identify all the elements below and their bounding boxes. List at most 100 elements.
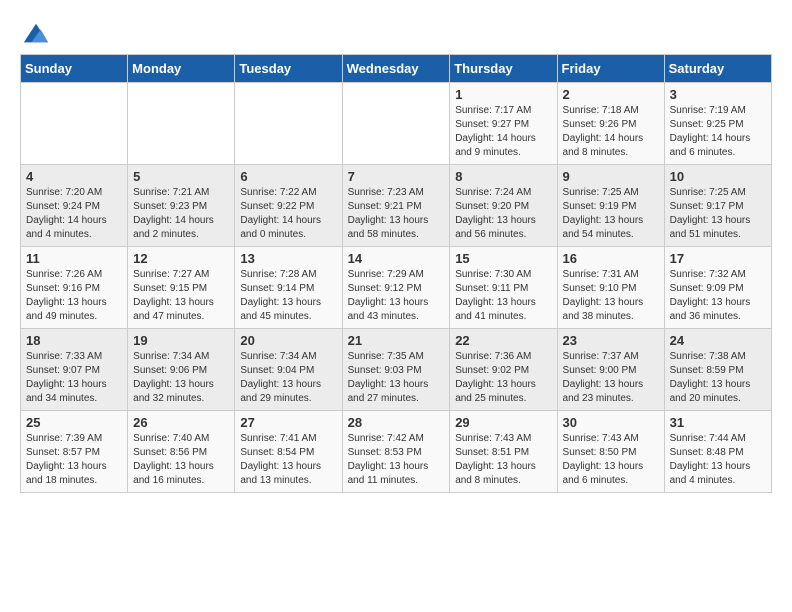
calendar-cell: 25 Sunrise: 7:39 AM Sunset: 8:57 PM Dayli… — [21, 411, 128, 493]
logo — [20, 20, 50, 44]
day-info: Sunrise: 7:39 AM Sunset: 8:57 PM Dayligh… — [26, 433, 107, 486]
day-number: 18 — [26, 333, 122, 348]
day-number: 2 — [563, 87, 659, 102]
day-info: Sunrise: 7:20 AM Sunset: 9:24 PM Dayligh… — [26, 187, 107, 240]
day-info: Sunrise: 7:30 AM Sunset: 9:11 PM Dayligh… — [455, 269, 536, 322]
calendar-cell: 4Sunrise: 7:20 AM Sunset: 9:24 PM Daylig… — [21, 165, 128, 247]
calendar-cell: 7 Sunrise: 7:23 AM Sunset: 9:21 PM Daylig… — [342, 165, 450, 247]
calendar-cell: 1 Sunrise: 7:17 AM Sunset: 9:27 PM Daylig… — [450, 83, 557, 165]
day-info: Sunrise: 7:43 AM Sunset: 8:50 PM Dayligh… — [563, 433, 644, 486]
day-info: Sunrise: 7:31 AM Sunset: 9:10 PM Dayligh… — [563, 269, 644, 322]
day-info: Sunrise: 7:17 AM Sunset: 9:27 PM Dayligh… — [455, 105, 536, 158]
day-number: 30 — [563, 415, 659, 430]
day-number: 21 — [348, 333, 445, 348]
day-info: Sunrise: 7:40 AM Sunset: 8:56 PM Dayligh… — [133, 433, 214, 486]
column-header-monday: Monday — [128, 55, 235, 83]
calendar-cell: 10 Sunrise: 7:25 AM Sunset: 9:17 PM Dayli… — [664, 165, 771, 247]
calendar-cell: 9 Sunrise: 7:25 AM Sunset: 9:19 PM Daylig… — [557, 165, 664, 247]
calendar-cell: 6 Sunrise: 7:22 AM Sunset: 9:22 PM Daylig… — [235, 165, 342, 247]
day-number: 31 — [670, 415, 766, 430]
day-info: Sunrise: 7:19 AM Sunset: 9:25 PM Dayligh… — [670, 105, 751, 158]
day-number: 28 — [348, 415, 445, 430]
week-row-1: 1 Sunrise: 7:17 AM Sunset: 9:27 PM Daylig… — [21, 83, 772, 165]
column-header-friday: Friday — [557, 55, 664, 83]
day-number: 11 — [26, 251, 122, 266]
week-row-3: 11 Sunrise: 7:26 AM Sunset: 9:16 PM Dayli… — [21, 247, 772, 329]
day-number: 6 — [240, 169, 336, 184]
calendar-cell — [21, 83, 128, 165]
day-number: 9 — [563, 169, 659, 184]
calendar-cell: 28 Sunrise: 7:42 AM Sunset: 8:53 PM Dayli… — [342, 411, 450, 493]
calendar-cell: 31 Sunrise: 7:44 AM Sunset: 8:48 PM Dayli… — [664, 411, 771, 493]
day-info: Sunrise: 7:25 AM Sunset: 9:19 PM Dayligh… — [563, 187, 644, 240]
day-number: 12 — [133, 251, 229, 266]
calendar-cell: 17 Sunrise: 7:32 AM Sunset: 9:09 PM Dayli… — [664, 247, 771, 329]
calendar-header-row: SundayMondayTuesdayWednesdayThursdayFrid… — [21, 55, 772, 83]
day-info: Sunrise: 7:29 AM Sunset: 9:12 PM Dayligh… — [348, 269, 429, 322]
calendar-cell: 22 Sunrise: 7:36 AM Sunset: 9:02 PM Dayli… — [450, 329, 557, 411]
calendar-cell: 5 Sunrise: 7:21 AM Sunset: 9:23 PM Daylig… — [128, 165, 235, 247]
day-info: Sunrise: 7:18 AM Sunset: 9:26 PM Dayligh… — [563, 105, 644, 158]
column-header-wednesday: Wednesday — [342, 55, 450, 83]
calendar-cell: 8Sunrise: 7:24 AM Sunset: 9:20 PM Daylig… — [450, 165, 557, 247]
day-info: Sunrise: 7:32 AM Sunset: 9:09 PM Dayligh… — [670, 269, 751, 322]
calendar-cell — [128, 83, 235, 165]
column-header-tuesday: Tuesday — [235, 55, 342, 83]
calendar-cell: 20Sunrise: 7:34 AM Sunset: 9:04 PM Dayli… — [235, 329, 342, 411]
logo-icon — [22, 20, 50, 48]
day-number: 25 — [26, 415, 122, 430]
day-info: Sunrise: 7:44 AM Sunset: 8:48 PM Dayligh… — [670, 433, 751, 486]
day-number: 3 — [670, 87, 766, 102]
calendar-cell: 15Sunrise: 7:30 AM Sunset: 9:11 PM Dayli… — [450, 247, 557, 329]
page-header — [20, 20, 772, 44]
column-header-sunday: Sunday — [21, 55, 128, 83]
day-number: 1 — [455, 87, 551, 102]
day-info: Sunrise: 7:42 AM Sunset: 8:53 PM Dayligh… — [348, 433, 429, 486]
week-row-2: 4Sunrise: 7:20 AM Sunset: 9:24 PM Daylig… — [21, 165, 772, 247]
day-info: Sunrise: 7:23 AM Sunset: 9:21 PM Dayligh… — [348, 187, 429, 240]
day-number: 20 — [240, 333, 336, 348]
day-number: 26 — [133, 415, 229, 430]
day-info: Sunrise: 7:24 AM Sunset: 9:20 PM Dayligh… — [455, 187, 536, 240]
day-number: 10 — [670, 169, 766, 184]
day-info: Sunrise: 7:43 AM Sunset: 8:51 PM Dayligh… — [455, 433, 536, 486]
calendar-cell: 21 Sunrise: 7:35 AM Sunset: 9:03 PM Dayli… — [342, 329, 450, 411]
calendar-cell: 12Sunrise: 7:27 AM Sunset: 9:15 PM Dayli… — [128, 247, 235, 329]
day-number: 23 — [563, 333, 659, 348]
day-number: 13 — [240, 251, 336, 266]
day-number: 16 — [563, 251, 659, 266]
calendar-cell: 30 Sunrise: 7:43 AM Sunset: 8:50 PM Dayli… — [557, 411, 664, 493]
calendar-cell: 29 Sunrise: 7:43 AM Sunset: 8:51 PM Dayli… — [450, 411, 557, 493]
calendar-table: SundayMondayTuesdayWednesdayThursdayFrid… — [20, 54, 772, 493]
calendar-cell — [342, 83, 450, 165]
day-number: 22 — [455, 333, 551, 348]
column-header-thursday: Thursday — [450, 55, 557, 83]
day-info: Sunrise: 7:37 AM Sunset: 9:00 PM Dayligh… — [563, 351, 644, 404]
day-info: Sunrise: 7:38 AM Sunset: 8:59 PM Dayligh… — [670, 351, 751, 404]
day-number: 29 — [455, 415, 551, 430]
day-info: Sunrise: 7:36 AM Sunset: 9:02 PM Dayligh… — [455, 351, 536, 404]
calendar-cell — [235, 83, 342, 165]
day-info: Sunrise: 7:28 AM Sunset: 9:14 PM Dayligh… — [240, 269, 321, 322]
week-row-5: 25 Sunrise: 7:39 AM Sunset: 8:57 PM Dayli… — [21, 411, 772, 493]
day-number: 7 — [348, 169, 445, 184]
week-row-4: 18 Sunrise: 7:33 AM Sunset: 9:07 PM Dayli… — [21, 329, 772, 411]
day-info: Sunrise: 7:25 AM Sunset: 9:17 PM Dayligh… — [670, 187, 751, 240]
calendar-cell: 11 Sunrise: 7:26 AM Sunset: 9:16 PM Dayli… — [21, 247, 128, 329]
calendar-cell: 3 Sunrise: 7:19 AM Sunset: 9:25 PM Daylig… — [664, 83, 771, 165]
day-info: Sunrise: 7:33 AM Sunset: 9:07 PM Dayligh… — [26, 351, 107, 404]
day-number: 17 — [670, 251, 766, 266]
day-number: 5 — [133, 169, 229, 184]
calendar-cell: 16 Sunrise: 7:31 AM Sunset: 9:10 PM Dayli… — [557, 247, 664, 329]
calendar-cell: 27Sunrise: 7:41 AM Sunset: 8:54 PM Dayli… — [235, 411, 342, 493]
calendar-cell: 26 Sunrise: 7:40 AM Sunset: 8:56 PM Dayli… — [128, 411, 235, 493]
day-info: Sunrise: 7:26 AM Sunset: 9:16 PM Dayligh… — [26, 269, 107, 322]
calendar-cell: 23 Sunrise: 7:37 AM Sunset: 9:00 PM Dayli… — [557, 329, 664, 411]
calendar-cell: 18 Sunrise: 7:33 AM Sunset: 9:07 PM Dayli… — [21, 329, 128, 411]
column-header-saturday: Saturday — [664, 55, 771, 83]
day-info: Sunrise: 7:35 AM Sunset: 9:03 PM Dayligh… — [348, 351, 429, 404]
day-info: Sunrise: 7:22 AM Sunset: 9:22 PM Dayligh… — [240, 187, 321, 240]
day-info: Sunrise: 7:21 AM Sunset: 9:23 PM Dayligh… — [133, 187, 214, 240]
day-info: Sunrise: 7:41 AM Sunset: 8:54 PM Dayligh… — [240, 433, 321, 486]
day-info: Sunrise: 7:34 AM Sunset: 9:06 PM Dayligh… — [133, 351, 214, 404]
